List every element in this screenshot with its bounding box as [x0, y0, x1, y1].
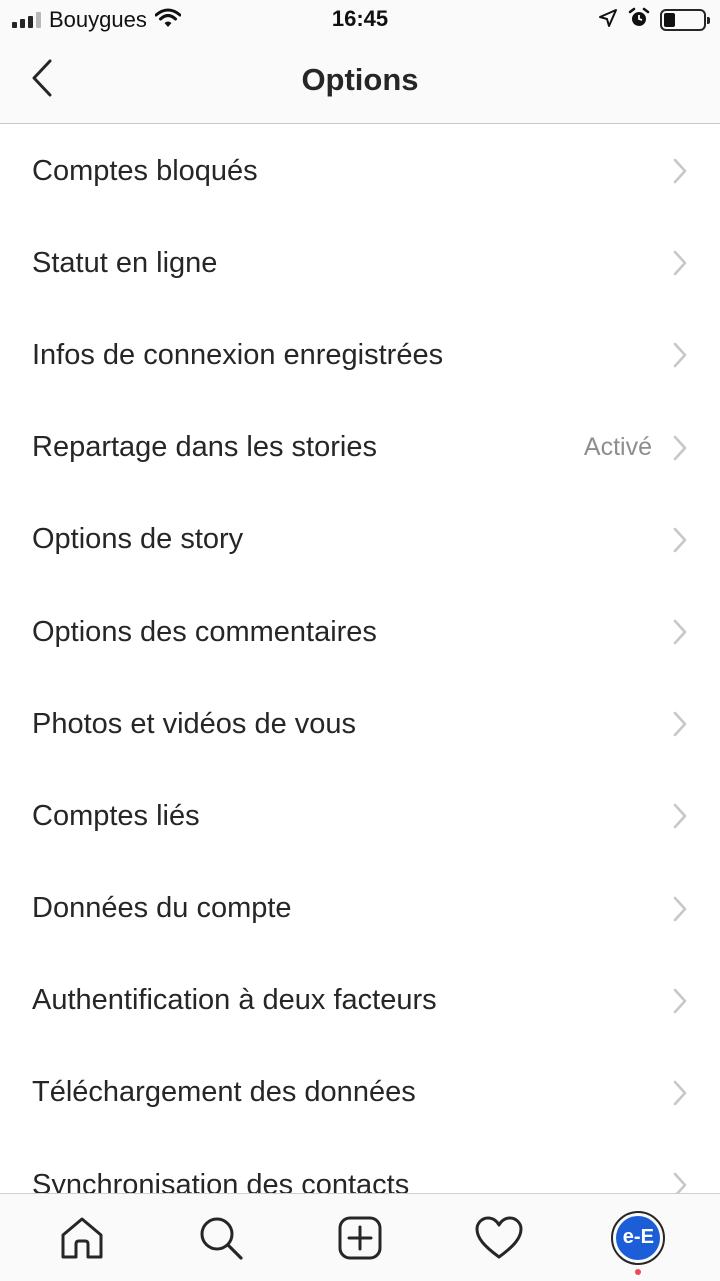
settings-row-label: Comptes bloqués	[32, 154, 258, 187]
battery-icon	[660, 9, 710, 31]
settings-row-data-download[interactable]: Téléchargement des données	[0, 1047, 720, 1139]
tab-home[interactable]	[46, 1202, 118, 1274]
chevron-right-icon	[670, 618, 690, 646]
settings-row-label: Repartage dans les stories	[32, 431, 377, 464]
tab-search[interactable]	[185, 1202, 257, 1274]
settings-row-online-status[interactable]: Statut en ligne	[0, 217, 720, 309]
settings-row-label: Options de story	[32, 523, 244, 556]
settings-row-saved-login-info[interactable]: Infos de connexion enregistrées	[0, 309, 720, 401]
tab-profile[interactable]: e-E	[602, 1202, 674, 1275]
page-title: Options	[301, 62, 419, 97]
settings-row-label: Infos de connexion enregistrées	[32, 338, 444, 371]
settings-list[interactable]: Comptes bloqués Statut en ligne Infos de…	[0, 125, 720, 1193]
bottom-tab-bar: e-E	[0, 1193, 720, 1281]
chevron-right-icon	[670, 341, 690, 369]
settings-row-story-options[interactable]: Options de story	[0, 494, 720, 586]
settings-row-linked-accounts[interactable]: Comptes liés	[0, 770, 720, 862]
chevron-right-icon	[670, 710, 690, 738]
chevron-right-icon	[670, 157, 690, 185]
settings-row-label: Authentification à deux facteurs	[32, 984, 437, 1017]
settings-row-contact-sync[interactable]: Synchronisation des contacts	[0, 1139, 720, 1193]
navigation-header: Options	[0, 40, 720, 124]
add-post-icon	[338, 1216, 382, 1259]
chevron-right-icon	[670, 434, 690, 462]
profile-avatar: e-E	[611, 1210, 666, 1275]
chevron-right-icon	[670, 987, 690, 1015]
alarm-icon	[628, 7, 650, 34]
chevron-right-icon	[670, 1079, 690, 1107]
chevron-right-icon	[670, 1171, 690, 1193]
location-arrow-icon	[598, 8, 618, 33]
settings-row-account-data[interactable]: Données du compte	[0, 863, 720, 955]
search-icon	[200, 1217, 243, 1260]
settings-row-label: Statut en ligne	[32, 246, 218, 279]
settings-row-comment-options[interactable]: Options des commentaires	[0, 586, 720, 678]
notification-dot	[635, 1268, 642, 1275]
chevron-right-icon	[670, 526, 690, 554]
chevron-right-icon	[670, 895, 690, 923]
status-bar: Bouygues 16:45	[0, 0, 720, 40]
activity-heart-icon	[475, 1216, 523, 1258]
settings-row-story-resharing[interactable]: Repartage dans les stories Activé	[0, 402, 720, 494]
chevron-right-icon	[670, 802, 690, 830]
tab-activity[interactable]	[463, 1202, 535, 1274]
settings-row-label: Données du compte	[32, 892, 292, 925]
settings-row-label: Synchronisation des contacts	[32, 1168, 410, 1193]
settings-row-label: Téléchargement des données	[32, 1076, 416, 1109]
settings-row-blocked-accounts[interactable]: Comptes bloqués	[0, 125, 720, 217]
settings-row-two-factor-auth[interactable]: Authentification à deux facteurs	[0, 955, 720, 1047]
settings-row-photos-videos-of-you[interactable]: Photos et vidéos de vous	[0, 678, 720, 770]
settings-row-label: Options des commentaires	[32, 615, 377, 648]
settings-row-value: Activé	[583, 433, 652, 462]
tab-new-post[interactable]	[324, 1202, 396, 1274]
avatar-label: e-E	[616, 1215, 661, 1260]
chevron-right-icon	[670, 249, 690, 277]
home-icon	[61, 1217, 103, 1258]
settings-row-label: Photos et vidéos de vous	[32, 707, 357, 740]
settings-row-label: Comptes liés	[32, 799, 200, 832]
status-right	[598, 7, 710, 34]
